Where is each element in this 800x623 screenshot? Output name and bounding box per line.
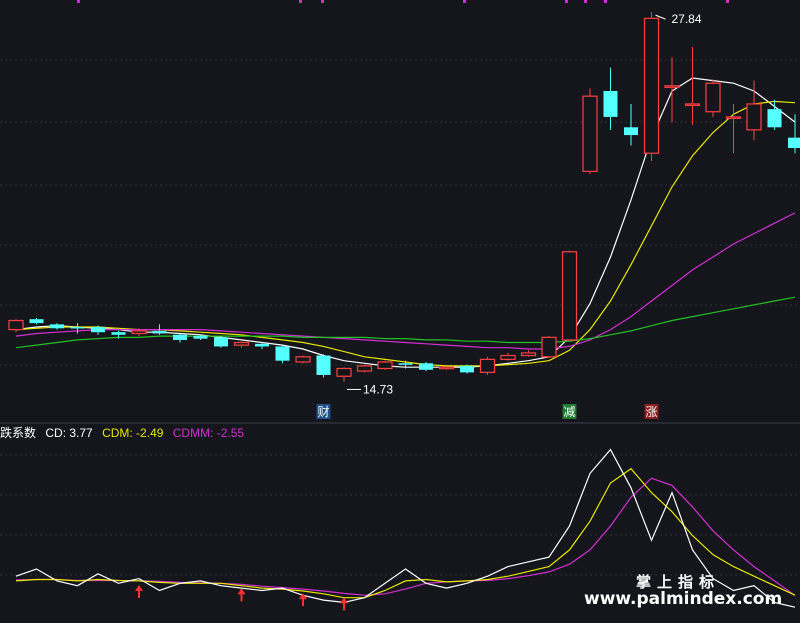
candle-body	[152, 330, 167, 334]
candle-body	[336, 367, 352, 377]
top-marker	[584, 0, 587, 3]
high-price-label: 27.84	[672, 12, 702, 26]
ma-line-1	[15, 77, 796, 368]
candle-body	[377, 361, 393, 370]
chart-stage: 27.84 14.73 财 减 涨 跌系数 CD: 3.77 CDM: -2.49 CD…	[0, 0, 800, 623]
watermark-url: www.palmindex.com	[584, 589, 783, 609]
candle-body	[214, 337, 228, 347]
candle-body	[8, 319, 24, 331]
candle-body	[50, 324, 64, 329]
candle-body	[500, 354, 516, 360]
candlestick-chart: 27.84 14.73 财 减 涨	[0, 0, 800, 611]
candle-body	[193, 336, 208, 339]
candle-body	[603, 90, 618, 117]
legend-cd: CD: 3.77	[45, 426, 93, 440]
top-marker	[726, 0, 729, 3]
legend-cdm: CDM: -2.49	[102, 426, 164, 440]
candle-body	[398, 363, 413, 365]
candle-body	[479, 358, 496, 373]
candle-body	[316, 355, 331, 375]
event-marker-label: 减	[563, 405, 575, 419]
ma-line-3	[15, 212, 796, 350]
candle-body	[131, 330, 147, 335]
candle-body	[520, 352, 537, 357]
top-marker	[463, 0, 466, 3]
candle-body	[788, 137, 800, 149]
candle-body	[29, 319, 44, 324]
ma-line-2	[15, 100, 796, 367]
legend-cdmm: CDMM: -2.55	[172, 426, 245, 440]
top-marker	[604, 0, 607, 3]
candle-body	[767, 109, 782, 128]
candle-body	[684, 103, 701, 107]
candle-body	[91, 326, 105, 333]
top-marker	[321, 0, 324, 3]
candle-body	[233, 341, 250, 346]
candle-body	[582, 95, 598, 172]
signal-arrow-head	[237, 588, 246, 595]
candle-body	[70, 326, 85, 329]
event-marker-label: 财	[317, 405, 329, 419]
candle-body	[438, 366, 455, 370]
candle-body	[664, 85, 680, 88]
candle-body	[275, 346, 290, 361]
top-marker	[565, 0, 568, 3]
candle-body	[624, 127, 638, 136]
indicator-name: 跌系数	[0, 426, 37, 440]
candle-body	[295, 356, 311, 363]
candle-body	[643, 17, 660, 154]
candle-body	[173, 334, 187, 340]
top-marker	[299, 0, 302, 3]
candle-body	[725, 116, 742, 120]
candle-body	[111, 332, 126, 335]
candle-body	[561, 251, 578, 341]
candle-body	[356, 365, 373, 372]
candle-body	[705, 82, 721, 113]
candle-body	[746, 103, 762, 131]
top-marker	[77, 0, 80, 3]
candle-body	[541, 336, 557, 358]
signal-arrow-head	[135, 584, 143, 591]
low-price-label: 14.73	[363, 382, 393, 396]
candle-body	[419, 363, 433, 370]
candle-body	[255, 343, 269, 347]
indicator-legend: 跌系数 CD: 3.77 CDM: -2.49 CDMM: -2.55	[0, 424, 250, 441]
event-marker-label: 涨	[645, 404, 657, 419]
candle-body	[460, 365, 474, 373]
